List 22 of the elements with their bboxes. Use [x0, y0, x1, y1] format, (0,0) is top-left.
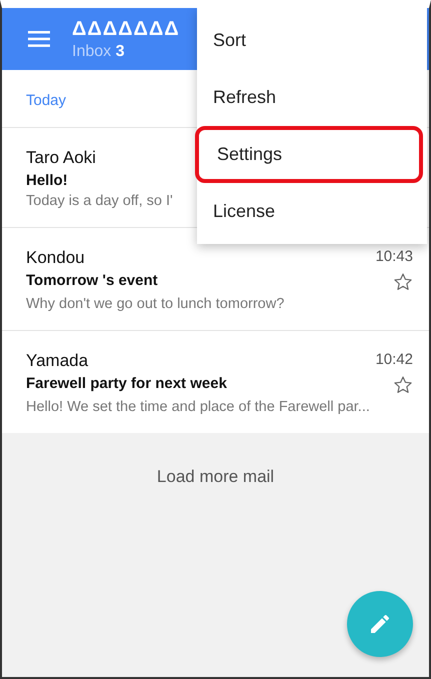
star-icon[interactable] [393, 272, 413, 292]
sender-name: Kondou [26, 248, 85, 268]
mail-subject: Tomorrow 's event [26, 272, 158, 291]
mail-time: 10:42 [375, 351, 413, 370]
app-title: ΔΔΔΔΔΔΔ [72, 18, 180, 40]
menu-item[interactable]: Refresh [195, 69, 423, 126]
mail-subject: Hello! [26, 172, 68, 189]
menu-icon[interactable] [28, 31, 50, 47]
mail-time: 10:43 [375, 248, 413, 267]
pencil-icon [368, 612, 392, 636]
mail-preview: Today is a day off, so I' [26, 193, 173, 209]
sender-name: Taro Aoki [26, 148, 96, 168]
menu-item[interactable]: Sort [195, 12, 423, 69]
menu-item[interactable]: Settings [195, 126, 423, 183]
mail-item[interactable]: Yamada 10:42 Farewell party for next week Hello! We set the time and place of the Farewell par... [2, 330, 429, 433]
load-more-button[interactable]: Load more mail [148, 463, 282, 491]
mail-preview: Hello! We set the time and place of the Farewell par... [26, 399, 370, 415]
star-icon[interactable] [393, 375, 413, 395]
inbox-count: Inbox 3 [72, 42, 126, 60]
sender-name: Yamada [26, 351, 88, 371]
mail-subject: Farewell party for next week [26, 375, 227, 394]
mail-preview: Why don't we go out to lunch tomorrow? [26, 296, 284, 312]
